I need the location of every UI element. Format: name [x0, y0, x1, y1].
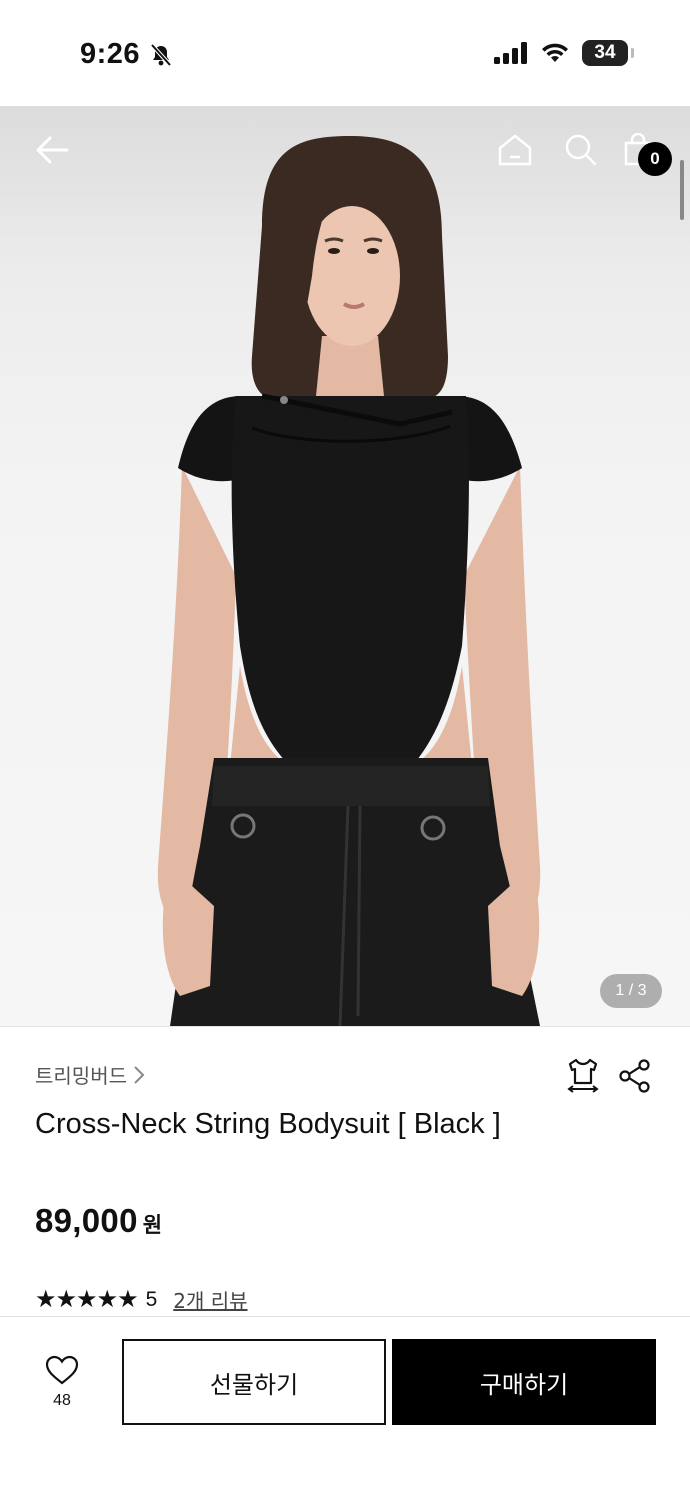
back-button[interactable] — [32, 130, 72, 170]
scroll-indicator — [680, 160, 684, 220]
product-photo — [157, 136, 541, 1026]
star-rating-icon: ★★★★★ — [35, 1286, 139, 1313]
clock-text: 9:26 — [80, 38, 141, 70]
search-icon — [565, 134, 597, 166]
like-count: 48 — [53, 1392, 71, 1409]
product-title: Cross-Neck String Bodysuit [ Black ] — [35, 1108, 501, 1140]
battery-indicator: 34 — [582, 40, 634, 66]
heart-icon — [45, 1355, 79, 1385]
status-icons: 34 — [494, 40, 634, 66]
bottom-action-bar: 48 선물하기 구매하기 — [0, 1316, 690, 1500]
product-image-carousel[interactable]: 1 / 3 — [0, 106, 690, 1026]
cellular-signal-icon — [494, 42, 527, 64]
arrow-left-icon — [36, 136, 69, 164]
gift-button[interactable]: 선물하기 — [122, 1339, 386, 1425]
brand-link[interactable]: 트리밍버드 — [35, 1060, 145, 1089]
buy-button[interactable]: 구매하기 — [392, 1339, 656, 1425]
price-amount: 89,000 — [35, 1202, 138, 1239]
size-guide-icon[interactable] — [564, 1056, 602, 1094]
share-icon[interactable] — [617, 1058, 653, 1094]
cart-count-badge: 0 — [638, 142, 672, 176]
bell-off-icon — [150, 43, 172, 66]
price-currency: 원 — [142, 1213, 163, 1237]
product-price: 89,000 원 — [35, 1202, 162, 1240]
status-time: 9:26 — [80, 38, 174, 71]
image-counter: 1 / 3 — [600, 974, 662, 1008]
brand-name: 트리밍버드 — [35, 1064, 127, 1088]
home-button[interactable] — [495, 130, 535, 170]
rating-row: ★★★★★ 5 2개 리뷰 — [35, 1285, 248, 1314]
divider — [0, 1026, 690, 1027]
cart-count: 0 — [650, 149, 660, 168]
wifi-icon — [542, 43, 568, 62]
search-button[interactable] — [561, 130, 601, 170]
like-button[interactable]: 48 — [42, 1355, 82, 1410]
rating-value: 5 — [145, 1287, 158, 1311]
status-bar: 9:26 34 — [0, 0, 690, 106]
home-icon — [498, 134, 532, 166]
image-counter-text: 1 / 3 — [615, 982, 647, 999]
review-count-link[interactable]: 2개 리뷰 — [173, 1285, 247, 1314]
chevron-right-icon — [134, 1065, 145, 1084]
battery-level: 34 — [594, 42, 616, 63]
